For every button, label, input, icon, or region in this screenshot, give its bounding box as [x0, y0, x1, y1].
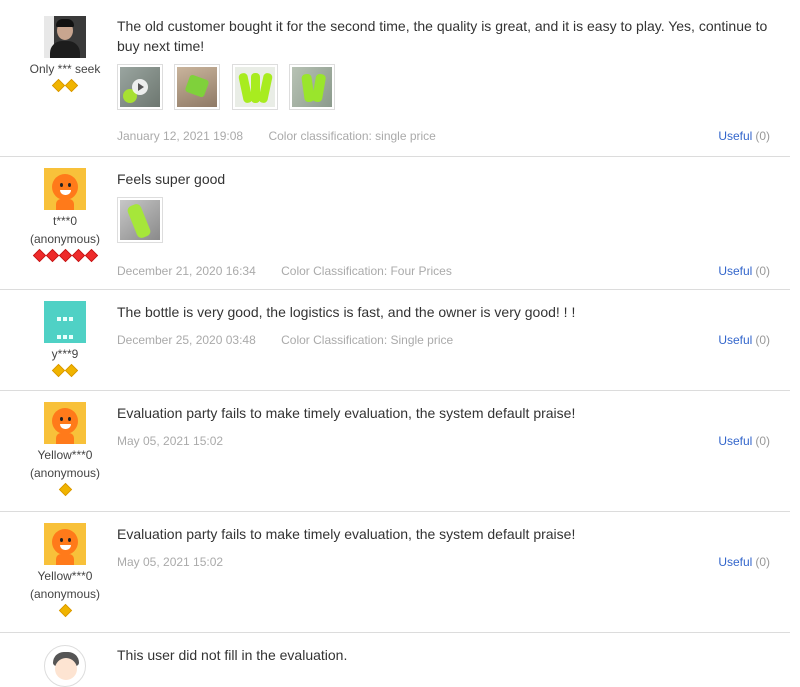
username[interactable]: y***9 [0, 345, 130, 363]
user-avatar[interactable] [44, 301, 86, 343]
diamond-icon [58, 483, 72, 497]
diamond-icon [51, 79, 66, 93]
useful-count: (0) [755, 434, 770, 448]
review-content: Evaluation party fails to make timely ev… [117, 403, 770, 449]
useful-button[interactable]: Useful [718, 434, 752, 448]
diamond-icon [64, 364, 79, 378]
review-user: t***0 (anonymous) [0, 168, 130, 263]
review-user [0, 645, 130, 687]
review-photo-thumbnail[interactable] [117, 197, 163, 243]
diamond-icon [58, 249, 72, 263]
review-photos [117, 64, 770, 114]
review-date: May 05, 2021 15:02 [117, 555, 224, 569]
buyer-rank [0, 483, 130, 497]
review-meta: May 05, 2021 15:02 Useful (0) [117, 554, 770, 570]
user-avatar[interactable] [44, 402, 86, 444]
diamond-icon [45, 249, 59, 263]
review-item: Only *** seek The old customer bought it… [0, 0, 790, 157]
buyer-rank [0, 604, 130, 618]
review-content: Evaluation party fails to make timely ev… [117, 524, 770, 570]
review-text: This user did not fill in the evaluation… [117, 647, 348, 663]
review-photo-thumbnail[interactable] [231, 64, 278, 110]
review-meta: December 21, 2020 16:34 Color Classifica… [117, 263, 770, 279]
username-anonymous-tag: (anonymous) [29, 587, 101, 601]
review-photo-thumbnail[interactable] [289, 64, 336, 110]
review-item: y***9 The bottle is very good, the logis… [0, 290, 790, 391]
useful-button[interactable]: Useful [718, 264, 752, 278]
useful-count: (0) [755, 129, 770, 143]
review-meta: May 05, 2021 15:02 Useful (0) [117, 433, 770, 449]
review-item: t***0 (anonymous) Feels super good Decem… [0, 157, 790, 290]
useful-button[interactable]: Useful [718, 333, 752, 347]
useful-button[interactable]: Useful [718, 555, 752, 569]
review-meta: January 12, 2021 19:08 Color classificat… [117, 128, 770, 144]
review-user: Yellow***0 (anonymous) [0, 402, 130, 497]
review-user: Only *** seek [0, 16, 130, 93]
review-text: Feels super good [117, 171, 226, 187]
review-date: December 21, 2020 16:34 [117, 264, 256, 278]
buyer-rank [0, 79, 130, 93]
review-user: y***9 [0, 301, 130, 378]
review-meta: December 25, 2020 03:48 Color Classifica… [117, 332, 770, 348]
diamond-icon [32, 249, 46, 263]
useful-control: Useful (0) [718, 128, 770, 144]
review-item: Yellow***0 (anonymous) Evaluation party … [0, 391, 790, 512]
review-content: Feels super good December 21, 2020 16:34… [117, 169, 770, 279]
review-list: Only *** seek The old customer bought it… [0, 0, 800, 687]
review-content: The old customer bought it for the secon… [117, 16, 770, 144]
diamond-icon [71, 249, 85, 263]
review-content: This user did not fill in the evaluation… [117, 645, 770, 665]
useful-control: Useful (0) [718, 554, 770, 570]
review-date: December 25, 2020 03:48 [117, 333, 256, 347]
useful-control: Useful (0) [718, 433, 770, 449]
color-classification: Color Classification: Single price [281, 333, 454, 347]
review-video-thumbnail[interactable] [117, 64, 163, 110]
diamond-icon [84, 249, 98, 263]
review-text: The bottle is very good, the logistics i… [117, 304, 576, 320]
diamond-icon [51, 364, 66, 378]
review-date: January 12, 2021 19:08 [117, 129, 244, 143]
review-photo-thumbnail[interactable] [174, 64, 221, 110]
review-photos [117, 197, 770, 247]
user-avatar[interactable] [44, 168, 86, 210]
useful-count: (0) [755, 264, 770, 278]
review-content: The bottle is very good, the logistics i… [117, 302, 770, 348]
color-classification: Color classification: single price [268, 129, 436, 143]
review-item: This user did not fill in the evaluation… [0, 633, 790, 687]
review-text: Evaluation party fails to make timely ev… [117, 526, 576, 542]
buyer-rank [0, 364, 130, 378]
useful-control: Useful (0) [718, 263, 770, 279]
diamond-icon [64, 79, 79, 93]
play-icon [132, 79, 148, 95]
username-anonymous-tag: (anonymous) [29, 232, 101, 246]
useful-button[interactable]: Useful [718, 129, 752, 143]
user-avatar[interactable] [44, 523, 86, 565]
username[interactable]: Only *** seek [0, 60, 130, 78]
username[interactable]: t***0 [0, 212, 130, 230]
username[interactable]: Yellow***0 [0, 567, 130, 585]
review-text: The old customer bought it for the secon… [117, 18, 768, 54]
useful-count: (0) [755, 333, 770, 347]
buyer-rank [0, 249, 130, 263]
review-text: Evaluation party fails to make timely ev… [117, 405, 576, 421]
diamond-icon [58, 604, 72, 618]
review-date: May 05, 2021 15:02 [117, 434, 224, 448]
useful-count: (0) [755, 555, 770, 569]
review-user: Yellow***0 (anonymous) [0, 523, 130, 618]
username-anonymous-tag: (anonymous) [29, 466, 101, 480]
username[interactable]: Yellow***0 [0, 446, 130, 464]
color-classification: Color Classification: Four Prices [281, 264, 452, 278]
user-avatar[interactable] [44, 16, 86, 58]
useful-control: Useful (0) [718, 332, 770, 348]
user-avatar[interactable] [44, 645, 86, 687]
review-item: Yellow***0 (anonymous) Evaluation party … [0, 512, 790, 633]
